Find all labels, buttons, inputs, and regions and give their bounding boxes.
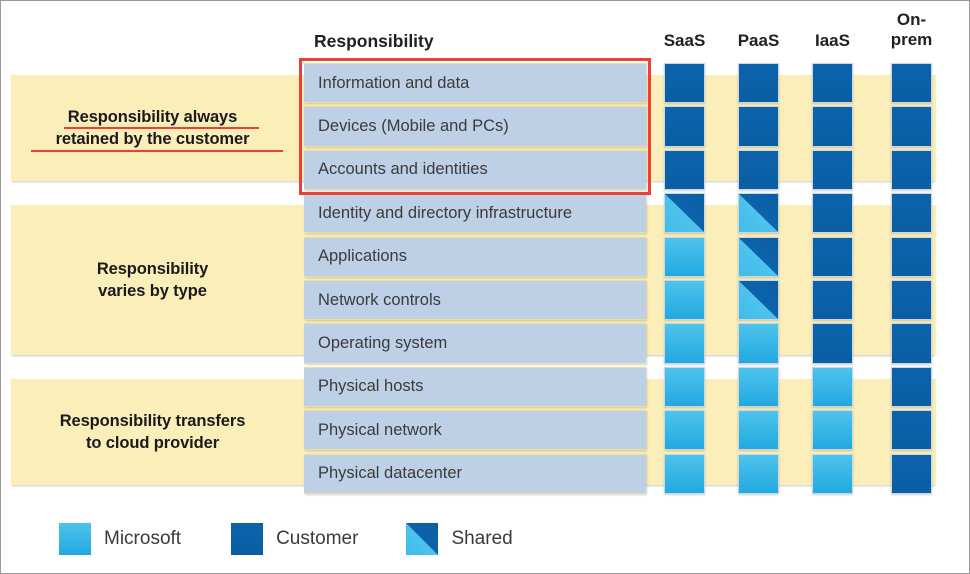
row-label-physical-datacenter: Physical datacenter	[304, 453, 646, 494]
legend-label-shared: Shared	[451, 528, 513, 549]
cell-onprem-2-customer	[891, 106, 932, 147]
cell-iaas-6-customer	[812, 280, 853, 321]
row-label-identity-and-directory-infrastructure: Identity and directory infrastructure	[304, 193, 646, 234]
row-label-information-and-data: Information and data	[304, 63, 646, 104]
cell-iaas-9-microsoft	[812, 410, 853, 451]
cell-saas-5-microsoft	[664, 236, 705, 277]
row-label-text: Physical hosts	[318, 377, 424, 396]
row-label-text: Physical datacenter	[318, 464, 462, 483]
row-label-devices-mobile-and-pcs: Devices (Mobile and PCs)	[304, 106, 646, 147]
red-underline-annotation-1	[64, 127, 259, 130]
cell-onprem-7-customer	[891, 323, 932, 364]
row-label-text: Devices (Mobile and PCs)	[318, 116, 509, 135]
red-underline-annotation-2	[31, 150, 283, 153]
legend-item-shared: Shared	[406, 523, 513, 555]
cell-paas-5-shared	[738, 236, 779, 277]
cell-onprem-6-customer	[891, 280, 932, 321]
group-label-line-2: retained by the customer	[55, 130, 250, 149]
cell-onprem-9-customer	[891, 410, 932, 451]
cell-iaas-2-customer	[812, 106, 853, 147]
legend-label-customer: Customer	[276, 528, 359, 549]
legend-swatch-shared	[406, 523, 439, 555]
group-label-transfers-to-provider: Responsibility transfers to cloud provid…	[15, 379, 290, 485]
cell-paas-8-microsoft	[738, 366, 779, 407]
cell-iaas-4-customer	[812, 193, 853, 234]
row-label-text: Physical network	[318, 420, 442, 439]
cell-onprem-8-customer	[891, 366, 932, 407]
cell-saas-2-customer	[664, 106, 705, 147]
group-label-line-1: Responsibility always	[67, 107, 238, 126]
cell-paas-9-microsoft	[738, 410, 779, 451]
legend-item-customer: Customer	[231, 523, 358, 555]
column-header-saas: SaaS	[663, 31, 706, 50]
group-label-line-2: to cloud provider	[85, 433, 220, 452]
column-header-onprem-line-2: prem	[890, 29, 933, 49]
cell-paas-10-microsoft	[738, 453, 779, 494]
cell-paas-2-customer	[738, 106, 779, 147]
legend-swatch-customer	[231, 523, 264, 555]
cell-iaas-5-customer	[812, 236, 853, 277]
row-label-text: Identity and directory infrastructure	[318, 203, 573, 222]
responsibility-column-header: Responsibility	[314, 31, 434, 51]
cell-iaas-10-microsoft	[812, 453, 853, 494]
cell-saas-7-microsoft	[664, 323, 705, 364]
row-label-applications: Applications	[304, 236, 646, 277]
cell-paas-6-shared	[738, 280, 779, 321]
legend-swatch-microsoft	[59, 523, 91, 555]
group-label-line-1: Responsibility transfers	[59, 411, 246, 430]
group-label-line-1: Responsibility	[96, 259, 209, 278]
cell-onprem-1-customer	[891, 63, 932, 104]
cell-iaas-1-customer	[812, 63, 853, 104]
cell-iaas-7-customer	[812, 323, 853, 364]
cell-paas-4-shared	[738, 193, 779, 234]
group-label-varies-by-type: Responsibility varies by type	[15, 205, 290, 355]
column-header-onprem: On- prem	[871, 10, 952, 49]
legend-label-microsoft: Microsoft	[104, 528, 182, 549]
cell-onprem-4-customer	[891, 193, 932, 234]
column-header-onprem-line-1: On-	[896, 10, 927, 29]
row-label-operating-system: Operating system	[304, 323, 646, 364]
row-label-physical-hosts: Physical hosts	[304, 366, 646, 407]
column-header-paas: PaaS	[737, 31, 780, 50]
row-label-network-controls: Network controls	[304, 280, 646, 321]
cell-saas-6-microsoft	[664, 280, 705, 321]
column-header-iaas: IaaS	[815, 31, 850, 50]
row-label-text: Network controls	[318, 290, 441, 309]
cell-saas-8-microsoft	[664, 366, 705, 407]
cell-saas-3-customer	[664, 149, 705, 190]
legend-item-microsoft: Microsoft	[59, 523, 181, 555]
cell-paas-1-customer	[738, 63, 779, 104]
cell-onprem-3-customer	[891, 149, 932, 190]
cell-paas-3-customer	[738, 149, 779, 190]
row-label-text: Operating system	[318, 333, 448, 352]
group-label-line-2: varies by type	[98, 281, 207, 300]
cell-iaas-3-customer	[812, 149, 853, 190]
cell-onprem-5-customer	[891, 236, 932, 277]
cell-saas-10-microsoft	[664, 453, 705, 494]
cell-iaas-8-microsoft	[812, 366, 853, 407]
row-label-text: Information and data	[318, 73, 470, 92]
row-label-physical-network: Physical network	[304, 410, 646, 451]
cell-saas-4-shared	[664, 193, 705, 234]
cell-onprem-10-customer	[891, 453, 932, 494]
cell-paas-7-microsoft	[738, 323, 779, 364]
cell-saas-9-microsoft	[664, 410, 705, 451]
shared-responsibility-diagram: Responsibility always retained by the cu…	[0, 0, 970, 574]
legend: Microsoft Customer Shared	[59, 520, 513, 558]
row-label-accounts-and-identities: Accounts and identities	[304, 149, 646, 190]
row-label-text: Accounts and identities	[318, 160, 488, 179]
cell-saas-1-customer	[664, 63, 705, 104]
row-label-text: Applications	[318, 247, 407, 266]
